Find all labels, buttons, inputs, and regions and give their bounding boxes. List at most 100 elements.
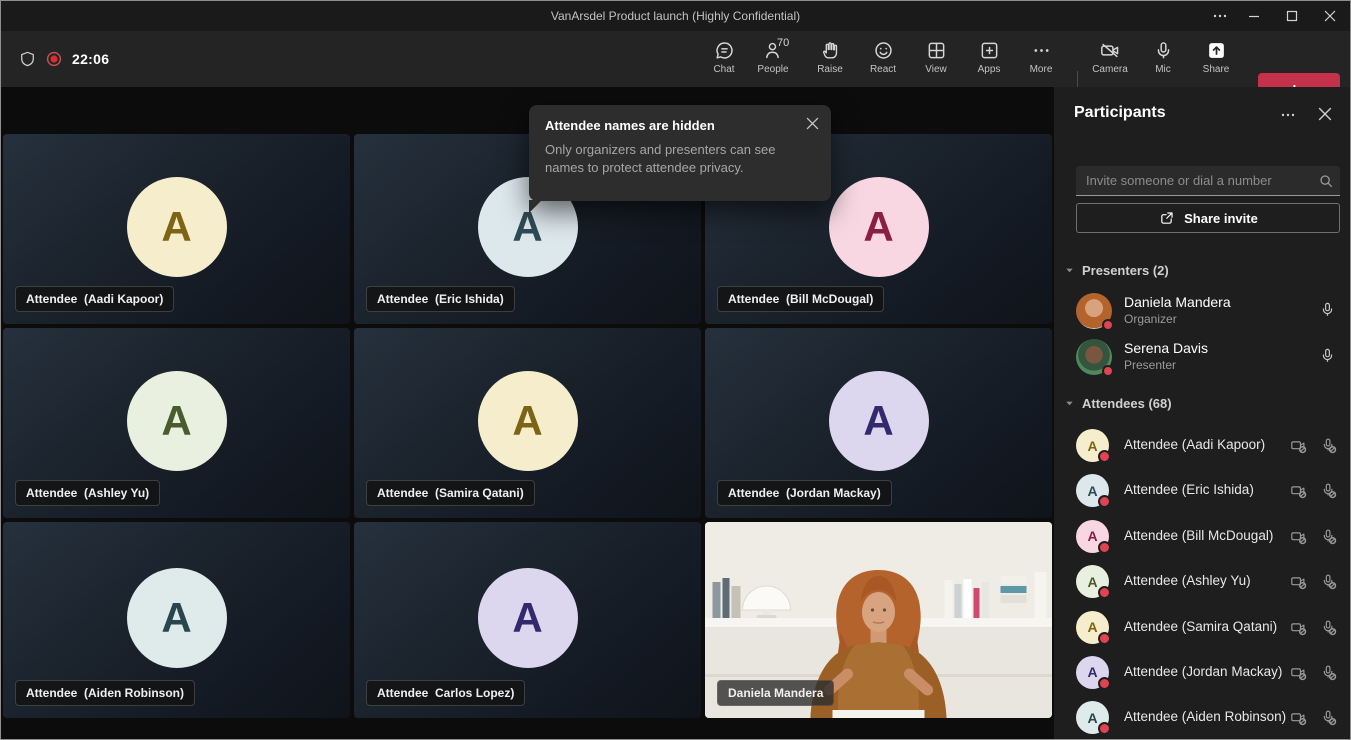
avatar: A bbox=[127, 177, 227, 277]
mic-disabled-icon bbox=[1320, 619, 1338, 637]
presence-busy-dot bbox=[1098, 677, 1111, 690]
attendee-privacy-tooltip: Attendee names are hidden Only organizer… bbox=[529, 105, 831, 201]
presence-busy-dot bbox=[1102, 365, 1114, 377]
presenters-section-header[interactable]: Presenters (2) bbox=[1064, 260, 1334, 280]
people-label: People bbox=[757, 64, 788, 75]
apps-icon bbox=[979, 37, 1000, 61]
mic-disabled-icon bbox=[1320, 664, 1338, 682]
participant-name-label: Attendee (Aiden Robinson) bbox=[15, 680, 195, 706]
apps-button[interactable]: Apps bbox=[963, 37, 1015, 83]
participant-name-label: Attendee (Bill McDougal) bbox=[717, 286, 884, 312]
presenter-name: Serena Davis bbox=[1124, 340, 1208, 356]
camera-disabled-icon bbox=[1290, 437, 1308, 455]
more-label: More bbox=[1030, 64, 1053, 75]
camera-disabled-icon bbox=[1290, 573, 1308, 591]
view-button[interactable]: View bbox=[910, 37, 962, 83]
tooltip-close-icon[interactable] bbox=[806, 117, 819, 130]
camera-disabled-icon bbox=[1290, 664, 1308, 682]
presenter-role: Presenter bbox=[1124, 358, 1176, 372]
mic-disabled-icon bbox=[1320, 573, 1338, 591]
attendee-row[interactable]: A Attendee (Aadi Kapoor) bbox=[1054, 424, 1351, 469]
participant-tile[interactable]: A Attendee (Samira Qatani) bbox=[354, 328, 701, 518]
apps-label: Apps bbox=[978, 64, 1001, 75]
attendee-name: Attendee (Bill McDougal) bbox=[1124, 528, 1273, 543]
more-ellipsis-icon bbox=[1031, 37, 1052, 61]
chat-label: Chat bbox=[713, 64, 734, 75]
panel-close-icon[interactable] bbox=[1318, 107, 1332, 121]
mic-disabled-icon bbox=[1320, 437, 1338, 455]
participant-name-label: Daniela Mandera bbox=[717, 680, 834, 706]
presenters-header-label: Presenters (2) bbox=[1082, 263, 1169, 278]
attendees-section-header[interactable]: Attendees (68) bbox=[1064, 393, 1334, 413]
attendee-row[interactable]: A Attendee (Samira Qatani) bbox=[1054, 606, 1351, 651]
participant-name-label: Attendee (Eric Ishida) bbox=[366, 286, 515, 312]
camera-toggle-button[interactable]: Camera bbox=[1084, 37, 1136, 83]
presence-busy-dot bbox=[1102, 319, 1114, 331]
panel-more-icon[interactable] bbox=[1280, 107, 1296, 123]
avatar: A bbox=[127, 568, 227, 668]
participant-video-tile[interactable]: Daniela Mandera bbox=[705, 522, 1052, 718]
presence-busy-dot bbox=[1098, 586, 1111, 599]
presence-busy-dot bbox=[1098, 495, 1111, 508]
attendee-row[interactable]: A Attendee (Eric Ishida) bbox=[1054, 469, 1351, 514]
presenter-row[interactable]: Serena Davis Presenter bbox=[1054, 334, 1351, 380]
video-grid-stage: A Attendee (Aadi Kapoor) A Attendee (Eri… bbox=[1, 87, 1054, 740]
more-button[interactable]: More bbox=[1015, 37, 1067, 83]
mic-disabled-icon bbox=[1320, 709, 1338, 727]
presence-busy-dot bbox=[1098, 450, 1111, 463]
attendee-row[interactable]: A Attendee (Bill McDougal) bbox=[1054, 515, 1351, 560]
mic-icon bbox=[1153, 37, 1174, 61]
react-label: React bbox=[870, 64, 896, 75]
panel-title: Participants bbox=[1074, 104, 1166, 122]
tooltip-body: Only organizers and presenters can see n… bbox=[545, 141, 815, 177]
recording-indicator-icon bbox=[46, 51, 62, 67]
share-invite-button[interactable]: Share invite bbox=[1076, 203, 1340, 233]
mic-toggle-button[interactable]: Mic bbox=[1137, 37, 1189, 83]
chevron-down-icon bbox=[1064, 398, 1075, 409]
minimize-button[interactable] bbox=[1234, 1, 1274, 31]
participant-tile[interactable]: A Attendee Carlos Lopez) bbox=[354, 522, 701, 718]
participant-name-label: Attendee Carlos Lopez) bbox=[366, 680, 525, 706]
close-window-button[interactable] bbox=[1310, 1, 1350, 31]
mic-label: Mic bbox=[1155, 64, 1171, 75]
avatar: A bbox=[829, 371, 929, 471]
camera-disabled-icon bbox=[1290, 528, 1308, 546]
attendee-name: Attendee (Jordan Mackay) bbox=[1124, 664, 1282, 679]
react-button[interactable]: React bbox=[857, 37, 909, 83]
raise-hand-button[interactable]: Raise bbox=[804, 37, 856, 83]
avatar: A bbox=[478, 371, 578, 471]
presenter-role: Organizer bbox=[1124, 312, 1177, 326]
camera-disabled-icon bbox=[1290, 619, 1308, 637]
participant-tile[interactable]: A Attendee (Aiden Robinson) bbox=[3, 522, 350, 718]
react-smiley-icon bbox=[873, 37, 894, 61]
presenter-name: Daniela Mandera bbox=[1124, 294, 1231, 310]
attendee-row[interactable]: A Attendee (Ashley Yu) bbox=[1054, 560, 1351, 605]
camera-off-icon bbox=[1099, 37, 1121, 61]
maximize-button[interactable] bbox=[1272, 1, 1312, 31]
people-button[interactable]: 70 People bbox=[747, 37, 799, 83]
tooltip-title: Attendee names are hidden bbox=[545, 118, 815, 133]
mic-icon[interactable] bbox=[1319, 347, 1336, 364]
meeting-status-cluster: 22:06 bbox=[19, 31, 109, 87]
avatar: A bbox=[127, 371, 227, 471]
camera-label: Camera bbox=[1092, 64, 1128, 75]
view-label: View bbox=[925, 64, 947, 75]
mic-icon[interactable] bbox=[1319, 301, 1336, 318]
presenter-row[interactable]: Daniela Mandera Organizer bbox=[1054, 288, 1351, 334]
mic-disabled-icon bbox=[1320, 528, 1338, 546]
share-screen-button[interactable]: Share bbox=[1190, 37, 1242, 83]
share-invite-icon bbox=[1158, 210, 1175, 227]
raise-hand-icon bbox=[820, 37, 841, 61]
participant-tile[interactable]: A Attendee (Jordan Mackay) bbox=[705, 328, 1052, 518]
avatar: A bbox=[478, 568, 578, 668]
invite-input[interactable] bbox=[1076, 166, 1340, 196]
chat-button[interactable]: Chat bbox=[698, 37, 750, 83]
avatar bbox=[1076, 293, 1112, 329]
teams-meeting-window: VanArsdel Product launch (Highly Confide… bbox=[0, 0, 1351, 740]
participant-tile[interactable]: A Attendee (Ashley Yu) bbox=[3, 328, 350, 518]
attendee-row[interactable]: A Attendee (Jordan Mackay) bbox=[1054, 651, 1351, 696]
attendee-row[interactable]: A Attendee (Aiden Robinson) bbox=[1054, 696, 1351, 740]
participant-tile[interactable]: A Attendee (Aadi Kapoor) bbox=[3, 134, 350, 324]
participant-name-label: Attendee (Jordan Mackay) bbox=[717, 480, 892, 506]
titlebar: VanArsdel Product launch (Highly Confide… bbox=[1, 1, 1350, 31]
